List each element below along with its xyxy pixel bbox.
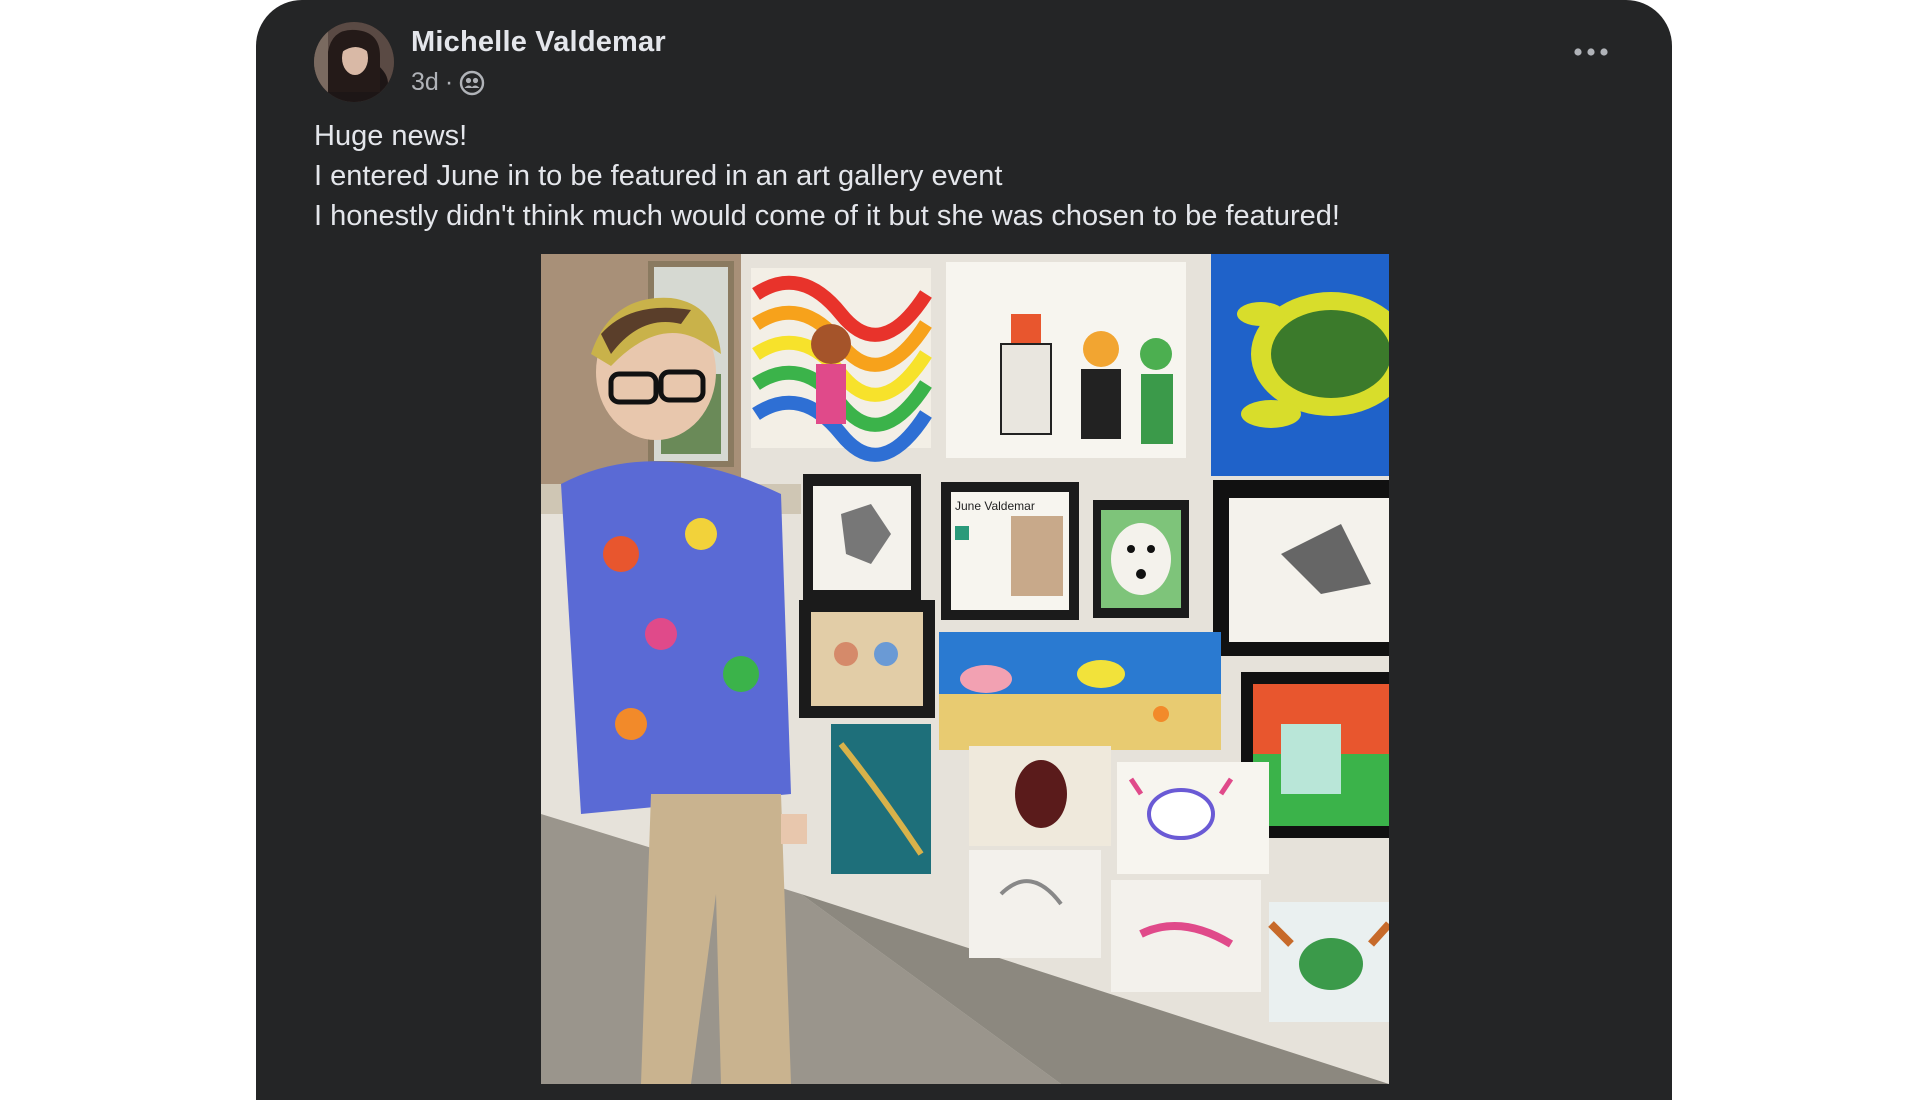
post-meta: 3d · [411, 68, 485, 97]
post-text-line: I entered June in to be featured in an a… [314, 160, 1003, 192]
avatar[interactable] [314, 22, 394, 102]
artwork-abstract-teal [831, 724, 931, 874]
artwork-turtle [1211, 254, 1389, 476]
artwork-dalmatian [1093, 500, 1189, 618]
artwork-animals [799, 600, 935, 718]
post-text: Huge news! I entered June in to be featu… [314, 116, 1614, 236]
artwork-mermaid [1111, 880, 1261, 992]
name-card-text: June Valdemar [955, 499, 1035, 513]
artwork-characters [946, 262, 1186, 458]
artwork-sketch-small [969, 850, 1101, 958]
meta-separator: · [444, 68, 454, 96]
post-text-line: Huge news! [314, 120, 468, 152]
artwork-hooded-figure [969, 746, 1111, 846]
post-text-line: I honestly didn't think much would come … [314, 200, 1340, 232]
post-time[interactable]: 3d [411, 68, 439, 97]
artwork-name-card: June Valdemar [941, 482, 1079, 620]
more-options-button[interactable] [1568, 40, 1614, 64]
more-options-icon [1574, 48, 1608, 56]
artwork-beach [939, 632, 1221, 750]
post-card: Michelle Valdemar 3d · Huge news! I ente… [256, 0, 1672, 1100]
artwork-green-dragon [1268, 902, 1389, 1022]
author-name[interactable]: Michelle Valdemar [411, 26, 666, 59]
friends-icon[interactable] [459, 70, 485, 96]
post-photo[interactable]: June Valdemar [541, 254, 1389, 1084]
artwork-rainbow [751, 268, 932, 462]
post-header: Michelle Valdemar 3d · [314, 22, 1614, 102]
artwork-dragon-sketch [1213, 480, 1389, 656]
artwork-axolotl [1117, 762, 1269, 874]
artwork-wolf-sketch [803, 474, 921, 602]
